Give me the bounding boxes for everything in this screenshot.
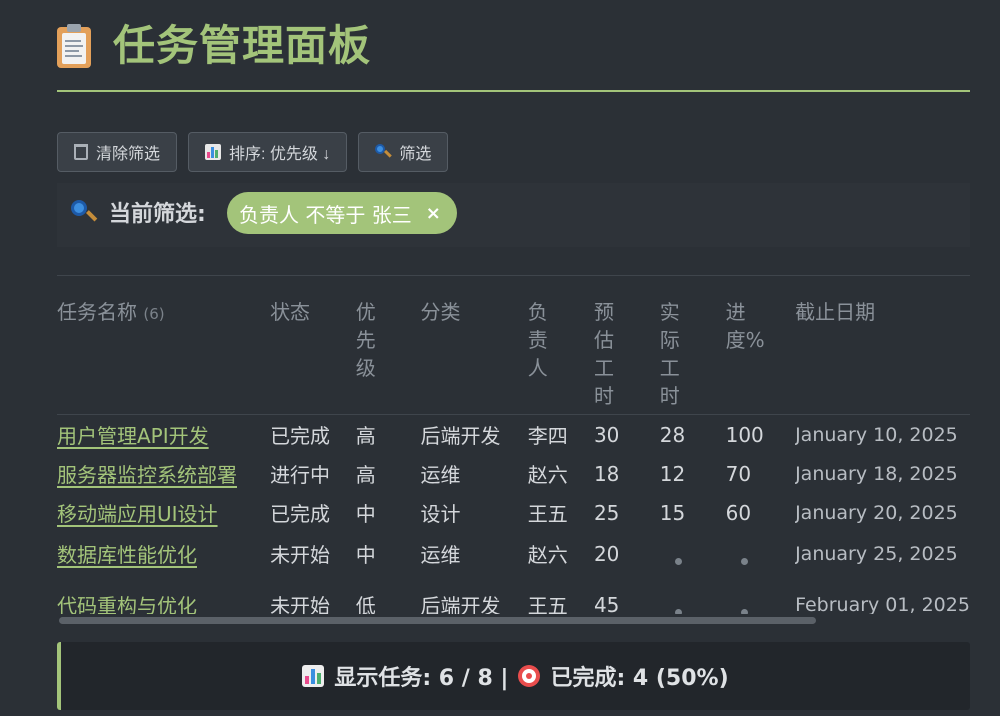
cell-due: January 25, 2025 — [795, 542, 958, 565]
column-header-actual[interactable]: 实际工时 — [659, 276, 726, 415]
search-icon — [71, 200, 98, 224]
cell-category: 后端开发 — [420, 594, 501, 614]
table-header-row: 任务名称 (6) 状态 优先级 分类 负责人 预估工时 实际工时 进度% 截止日… — [57, 276, 970, 415]
cell-priority: 高 — [355, 424, 376, 449]
column-header-name[interactable]: 任务名称 (6) — [57, 276, 271, 415]
active-filter-heading: 当前筛选: — [71, 195, 206, 229]
filter-chip-label: 负责人 不等于 张三 — [239, 202, 412, 227]
column-header-status[interactable]: 状态 — [270, 276, 356, 415]
table-row[interactable]: 服务器监控系统部署 进行中高 运维 赵六 18 12 70 January 18, 2025 — [57, 455, 970, 493]
table-row[interactable]: 数据库性能优化 未开始中 运维 赵六 20 January 25, 2025 — [57, 533, 970, 575]
clear-filter-label: 清除筛选 — [96, 146, 161, 163]
cell-due: February 01, 2025 — [795, 593, 970, 615]
task-table: 任务名称 (6) 状态 优先级 分类 负责人 预估工时 实际工时 进度% 截止日… — [57, 276, 970, 614]
table-row[interactable]: 代码重构与优化 未开始 低 后端开发 王五 45 February 01, 2025 — [57, 575, 970, 615]
column-header-owner[interactable]: 负责人 — [527, 276, 594, 415]
cell-status: 未开始 — [270, 543, 331, 567]
cell-estimate: 30 — [593, 422, 620, 447]
cell-progress: 100 — [725, 422, 764, 447]
cell-status: 已完成 — [270, 502, 331, 526]
cell-owner: 赵六 — [527, 463, 568, 487]
cell-category: 运维 — [420, 463, 461, 487]
page-title: 任务管理面板 — [113, 21, 372, 70]
cell-name[interactable]: 数据库性能优化 — [57, 533, 270, 575]
trash-icon — [74, 144, 88, 160]
filter-chip[interactable]: 负责人 不等于 张三 × — [227, 192, 457, 234]
empty-value-dot — [674, 557, 682, 565]
cell-due: January 20, 2025 — [795, 501, 958, 524]
cell-estimate: 45 — [593, 592, 620, 615]
cell-actual — [660, 533, 726, 575]
task-dashboard: 任务管理面板 清除筛选 排序: 优先级 ↓ 筛选 当前筛选: 负责人 不等于 张… — [0, 0, 1000, 716]
empty-value-dot — [740, 557, 748, 565]
empty-value-dot — [674, 608, 682, 614]
column-header-priority[interactable]: 优先级 — [355, 276, 421, 415]
cell-actual — [660, 575, 726, 614]
cell-owner: 王五 — [527, 502, 568, 526]
target-icon — [518, 665, 541, 687]
cell-category: 运维 — [420, 543, 461, 567]
cell-category: 设计 — [420, 502, 461, 526]
empty-value-dot — [740, 608, 748, 614]
cell-priority: 高 — [355, 463, 376, 487]
filter-label: 筛选 — [399, 146, 432, 163]
summary-bar: 显示任务: 6 / 8 | 已完成: 4 (50%) — [57, 642, 970, 710]
cell-name[interactable]: 移动端应用UI设计 — [57, 493, 270, 533]
cell-progress: 60 — [725, 500, 752, 525]
table-row[interactable]: 移动端应用UI设计 已完成中 设计 王五 25 15 60 January 20, 2025 — [57, 493, 970, 533]
active-filter-label: 当前筛选: — [109, 202, 206, 227]
cell-status: 进行中 — [270, 463, 331, 487]
column-header-estimate[interactable]: 预估工时 — [593, 276, 660, 415]
task-count: (6) — [143, 305, 165, 323]
cell-actual: 15 — [659, 500, 686, 525]
cell-owner: 赵六 — [527, 543, 568, 567]
cell-progress — [726, 533, 795, 575]
close-icon[interactable]: × — [426, 203, 441, 224]
cell-estimate: 18 — [593, 461, 620, 486]
cell-actual: 28 — [659, 422, 686, 447]
cell-estimate: 25 — [593, 500, 620, 525]
cell-estimate: 20 — [593, 541, 620, 566]
title-divider — [57, 90, 970, 92]
table-row[interactable]: 用户管理API开发 已完成高 后端开发 李四 30 28 100 January 10, 20… — [57, 415, 970, 455]
cell-progress: 70 — [725, 461, 752, 486]
cell-owner: 李四 — [527, 424, 568, 449]
column-header-category[interactable]: 分类 — [420, 276, 528, 415]
cell-due: January 18, 2025 — [795, 462, 958, 485]
column-header-progress[interactable]: 进度% — [725, 276, 796, 415]
cell-actual: 12 — [659, 461, 686, 486]
cell-status: 未开始 — [270, 594, 331, 614]
clipboard-icon — [57, 24, 91, 68]
cell-name[interactable]: 用户管理API开发 — [57, 415, 270, 455]
clear-filter-button[interactable]: 清除筛选 — [57, 132, 178, 172]
bar-chart-icon — [205, 144, 222, 160]
completed-count: 已完成: 4 (50%) — [550, 666, 729, 691]
cell-name[interactable]: 服务器监控系统部署 — [57, 455, 270, 493]
column-header-due[interactable]: 截止日期 — [795, 276, 970, 415]
cell-due: January 10, 2025 — [795, 423, 958, 446]
shown-count: 显示任务: 6 / 8 | — [334, 666, 509, 691]
cell-priority: 中 — [355, 502, 376, 526]
cell-name[interactable]: 代码重构与优化 — [57, 575, 270, 614]
cell-priority: 低 — [355, 594, 376, 614]
cell-category: 后端开发 — [420, 424, 501, 449]
filter-button[interactable]: 筛选 — [358, 132, 449, 172]
sort-label: 排序: 优先级 ↓ — [229, 146, 331, 163]
cell-status: 已完成 — [270, 424, 331, 449]
toolbar: 清除筛选 排序: 优先级 ↓ 筛选 — [57, 132, 449, 172]
cell-progress — [726, 575, 795, 614]
header: 任务管理面板 — [57, 18, 371, 74]
cell-owner: 王五 — [527, 594, 568, 614]
bar-chart-icon — [302, 665, 325, 687]
active-filter-bar: 当前筛选: 负责人 不等于 张三 × — [57, 183, 970, 247]
horizontal-scrollbar[interactable] — [59, 617, 816, 624]
search-icon — [375, 144, 393, 160]
sort-button[interactable]: 排序: 优先级 ↓ — [188, 132, 348, 172]
task-table-container: 任务名称 (6) 状态 优先级 分类 负责人 预估工时 实际工时 进度% 截止日… — [57, 276, 970, 614]
cell-priority: 中 — [355, 543, 376, 567]
